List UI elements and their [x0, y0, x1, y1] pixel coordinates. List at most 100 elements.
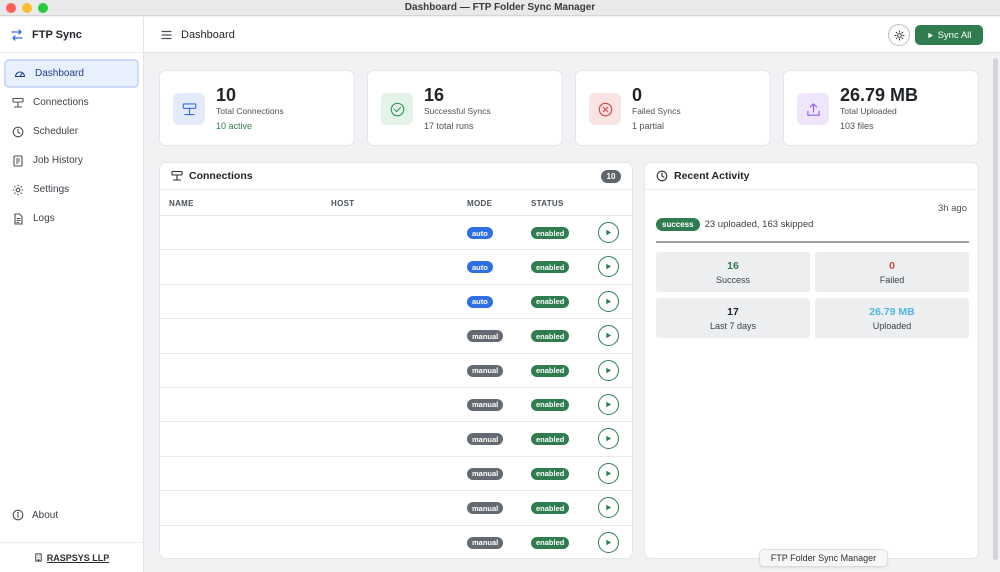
sync-all-button[interactable]: Sync All — [915, 25, 983, 45]
play-icon — [606, 367, 612, 373]
table-row[interactable]: manual enabled — [160, 526, 632, 558]
brand-name: FTP Sync — [32, 28, 82, 41]
close-window-button[interactable] — [6, 3, 16, 13]
gauge-icon — [14, 70, 26, 77]
sidebar-item-dashboard[interactable]: Dashboard — [4, 59, 139, 88]
table-row[interactable]: manual enabled — [160, 491, 632, 526]
connections-icon — [171, 170, 183, 181]
recent-activity-panel: Recent Activity 3h ago success 23 upload… — [644, 162, 979, 559]
tile-value: 0 — [889, 260, 895, 272]
run-sync-button[interactable] — [598, 462, 619, 484]
table-row[interactable]: auto enabled — [160, 216, 632, 251]
sidebar-item-logs[interactable]: Logs — [4, 204, 139, 233]
table-row[interactable]: manual enabled — [160, 457, 632, 492]
sidebar-item-label: Settings — [33, 184, 70, 195]
tile-label: Failed — [879, 275, 905, 285]
sidebar-item-label: Logs — [33, 213, 55, 224]
run-sync-button[interactable] — [598, 428, 619, 450]
sidebar-item-label: Job History — [33, 155, 84, 166]
mode-badge: manual — [467, 536, 504, 549]
stat-icon-wrap — [173, 93, 205, 125]
run-sync-button[interactable] — [598, 393, 619, 415]
sidebar-item-settings[interactable]: Settings — [4, 175, 139, 204]
run-sync-button[interactable] — [598, 531, 619, 553]
tile-value: 16 — [727, 260, 739, 272]
table-row[interactable]: manual enabled — [160, 388, 632, 423]
run-sync-button[interactable] — [598, 222, 619, 243]
menu-toggle-button[interactable] — [161, 30, 172, 40]
status-badge: enabled — [531, 502, 570, 515]
table-row[interactable]: manual enabled — [160, 354, 632, 388]
stat-value: 10 — [216, 85, 237, 105]
activity-header: Recent Activity — [645, 163, 978, 190]
table-row[interactable]: auto enabled — [160, 285, 632, 320]
tile-uploaded: 26.79 MB Uploaded — [815, 298, 969, 338]
tile-value: 17 — [727, 306, 739, 318]
stat-label: Successful Syncs — [424, 106, 491, 116]
run-sync-button[interactable] — [598, 497, 619, 519]
play-icon — [927, 32, 933, 38]
company-link[interactable]: RASPSYS LLP — [0, 542, 143, 572]
main-scrollbar[interactable] — [993, 58, 998, 560]
tile-success: 16 Success — [656, 252, 810, 292]
run-sync-button[interactable] — [598, 256, 619, 278]
table-row[interactable]: manual enabled — [160, 319, 632, 354]
status-badge: enabled — [531, 398, 570, 411]
company-name: RASPSYS LLP — [46, 552, 110, 563]
theme-toggle-button[interactable] — [888, 24, 910, 46]
activity-entry[interactable]: success 23 uploaded, 163 skipped — [656, 218, 813, 231]
activity-summary: 23 uploaded, 163 skipped — [704, 219, 814, 230]
sidebar-item-scheduler[interactable]: Scheduler — [4, 117, 139, 146]
status-badge: enabled — [531, 261, 570, 274]
status-badge: enabled — [531, 433, 570, 446]
sidebar-item-about[interactable]: About — [4, 501, 140, 529]
clock-icon — [12, 126, 24, 137]
play-icon — [606, 539, 612, 545]
sidebar-item-label: Dashboard — [35, 68, 84, 79]
table-row[interactable]: auto enabled — [160, 250, 632, 285]
status-badge: enabled — [531, 536, 570, 549]
connections-count-badge: 10 — [601, 170, 621, 183]
tile-value: 26.79 MB — [869, 306, 915, 318]
connections-panel: Connections 10 NAME HOST MODE STATUS aut… — [159, 162, 633, 559]
connections-table-body: auto enabled auto enabled auto enabled manual e… — [160, 216, 632, 558]
run-sync-button[interactable] — [598, 290, 619, 312]
tile-label: Last 7 days — [709, 321, 757, 331]
connections-icon — [182, 102, 196, 115]
table-row[interactable]: manual enabled — [160, 422, 632, 457]
sidebar-item-label: Scheduler — [33, 126, 79, 137]
status-badge: enabled — [531, 227, 570, 239]
status-badge: enabled — [531, 467, 570, 480]
connections-title: Connections — [189, 170, 253, 182]
hamburger-icon — [161, 30, 172, 39]
stat-sub: 17 total runs — [424, 121, 474, 131]
gear-icon — [12, 184, 24, 195]
run-sync-button[interactable] — [598, 325, 619, 347]
upload-icon — [806, 102, 820, 116]
sidebar-item-job-history[interactable]: Job History — [4, 146, 139, 175]
connections-header: Connections — [160, 163, 632, 190]
column-header-status[interactable]: STATUS — [531, 199, 564, 208]
app-tooltip: FTP Folder Sync Manager — [759, 549, 888, 567]
sidebar-item-connections[interactable]: Connections — [4, 88, 139, 117]
column-header-host[interactable]: HOST — [331, 199, 354, 208]
status-badge: success — [656, 218, 700, 231]
zoom-window-button[interactable] — [38, 3, 48, 13]
column-header-mode[interactable]: MODE — [467, 199, 492, 208]
sidebar-item-label: Connections — [33, 97, 89, 108]
stat-label: Failed Syncs — [632, 106, 681, 116]
status-badge: enabled — [531, 364, 570, 377]
stat-value: 16 — [424, 85, 445, 105]
stat-label: Total Connections — [216, 106, 284, 116]
activity-progress-fill — [656, 241, 969, 243]
stat-icon-wrap — [797, 93, 829, 125]
minimize-window-button[interactable] — [22, 3, 32, 13]
run-sync-button[interactable] — [598, 359, 619, 381]
stat-icon-wrap — [589, 93, 621, 125]
activity-title: Recent Activity — [674, 170, 750, 182]
play-icon — [606, 436, 612, 442]
building-icon — [35, 553, 42, 562]
window-title: Dashboard — FTP Folder Sync Manager — [404, 2, 596, 13]
column-header-name[interactable]: NAME — [169, 199, 194, 208]
top-header: Dashboard Sync All — [144, 17, 1000, 53]
